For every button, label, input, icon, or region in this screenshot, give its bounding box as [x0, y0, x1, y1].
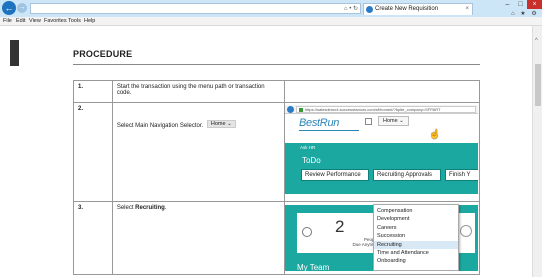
step-keyword: Recruiting	[135, 205, 165, 211]
menu-item-succession: Succession	[376, 233, 406, 240]
table-row: 3. Select Recruiting. 2 People Due Anyti…	[73, 201, 481, 275]
home-menu-button: Home ⌄	[377, 116, 409, 126]
home-icon	[364, 118, 372, 125]
menu-item-careers: Careers	[376, 224, 397, 231]
people-card: 2 People Due Anytime	[296, 213, 381, 253]
step-instruction: Select Main Navigation Selector.	[116, 123, 204, 129]
todo-heading: ToDo	[301, 156, 321, 165]
step-number: 1.	[73, 80, 113, 103]
tab-close-icon[interactable]: ×	[465, 4, 469, 15]
menu-favorites[interactable]: Favorites	[44, 18, 67, 24]
screenshot-back-icon	[286, 106, 294, 113]
screenshot-url: https://salesdemo4.successfactors.com/sf…	[295, 106, 476, 113]
sap-favicon-icon	[366, 6, 373, 13]
menu-help[interactable]: Help	[84, 18, 95, 24]
my-team-heading: My Team	[296, 263, 330, 271]
ask-hr-link: Ask HR	[299, 145, 316, 150]
scroll-up-icon[interactable]: ^	[535, 38, 538, 44]
home-favorites-settings-icons[interactable]: ⌂ ★ ⚙	[511, 10, 539, 17]
circle-icon	[459, 225, 472, 237]
back-arrow-icon[interactable]: ←	[2, 1, 16, 15]
browser-titlebar: ← → ⌂ • ↻ Create New Requisition × – □ ×…	[0, 0, 542, 17]
step-screenshot: 2 People Due Anytime My Team Compensatio…	[283, 201, 481, 275]
menu-file[interactable]: File	[3, 18, 12, 24]
tile-recruiting-approvals: Recruiting Approvals	[372, 169, 441, 181]
menu-item-onboarding: Onboarding	[376, 258, 406, 265]
tab-create-new-requisition[interactable]: Create New Requisition ×	[363, 3, 473, 15]
minimize-icon[interactable]: –	[501, 0, 514, 9]
todo-panel: Ask HR ToDo Review Performance Recruitin…	[284, 143, 478, 194]
menu-tools[interactable]: Tools	[68, 18, 81, 24]
menu-view[interactable]: View	[29, 18, 41, 24]
tab-title: Create New Requisition	[375, 6, 439, 12]
table-row: 2. Select Main Navigation Selector. Home…	[73, 102, 481, 202]
vertical-scrollbar[interactable]: ^	[532, 26, 542, 277]
menu-item-time-and-attendance: Time and Attendance	[376, 250, 429, 257]
step-screenshot: https://salesdemo4.successfactors.com/sf…	[283, 102, 481, 202]
people-count: 2	[334, 217, 345, 236]
bestrun-logo: BestRun	[298, 117, 340, 129]
table-row: 1. Start the transaction using the menu …	[73, 80, 481, 103]
step-text: Select Recruiting.	[111, 201, 285, 275]
gauge-icon	[301, 227, 312, 237]
maximize-icon[interactable]: □	[514, 0, 527, 9]
address-bar[interactable]: ⌂ • ↻	[30, 3, 361, 14]
menu-item-development: Development	[376, 216, 410, 223]
step-text: Select Main Navigation Selector. Home ⌄	[111, 102, 285, 202]
home-selector-pill: Home ⌄	[206, 120, 236, 128]
menu-edit[interactable]: Edit	[16, 18, 25, 24]
pointer-cursor-icon: ☝	[428, 129, 441, 139]
lock-icon	[298, 108, 303, 112]
close-window-icon[interactable]: ×	[527, 0, 542, 9]
step-instruction-end: .	[164, 205, 167, 211]
menu-item-recruiting: Recruiting	[373, 240, 458, 250]
navigation-dropdown: Compensation Development Careers Success…	[372, 204, 459, 271]
procedure-table: 1. Start the transaction using the menu …	[73, 80, 481, 275]
step-number: 3.	[73, 201, 113, 275]
refresh-icon[interactable]: ⌂ • ↻	[344, 4, 358, 14]
page-title: PROCEDURE	[73, 49, 133, 59]
menu-item-compensation: Compensation	[376, 208, 413, 214]
logo-underline	[298, 130, 359, 131]
menu-bar: File Edit View Favorites Tools Help	[0, 17, 542, 26]
step-number: 2.	[73, 102, 113, 202]
scroll-thumb[interactable]	[535, 64, 541, 106]
tile-review-performance: Review Performance	[300, 169, 369, 181]
step-text: Start the transaction using the menu pat…	[111, 80, 285, 103]
navigation-menu-screenshot: 2 People Due Anytime My Team Compensatio…	[284, 202, 478, 271]
title-divider	[73, 64, 480, 65]
tile-finish: Finish Y	[444, 169, 478, 181]
forward-arrow-icon[interactable]: →	[17, 3, 27, 13]
step-image-empty	[283, 80, 481, 103]
side-marker	[10, 40, 19, 66]
step-instruction: Select	[116, 205, 136, 211]
successfactors-home-screenshot: https://salesdemo4.successfactors.com/sf…	[284, 103, 478, 194]
screenshot-address-bar: https://salesdemo4.successfactors.com/sf…	[284, 105, 478, 114]
screenshot-url-text: https://salesdemo4.successfactors.com/sf…	[304, 107, 441, 112]
